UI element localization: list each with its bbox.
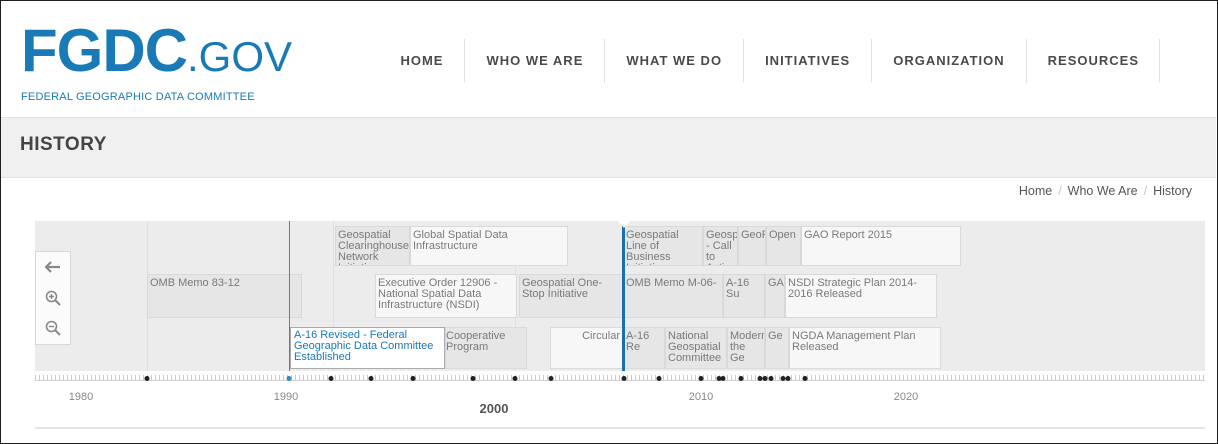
event-dot[interactable] (762, 376, 768, 381)
breadcrumb-home[interactable]: Home (1019, 184, 1052, 198)
event-dot[interactable] (656, 376, 662, 381)
event-geospatial-call-to-action[interactable]: Geospatial - Call to Action (703, 226, 738, 266)
event-national-geospatial-committee[interactable]: National Geospatial Committee (665, 327, 727, 369)
timeline-controls (35, 251, 71, 345)
event-dot[interactable] (698, 376, 704, 381)
event-omb-memo-83-12[interactable]: OMB Memo 83-12 (147, 274, 302, 318)
event-geospatial-line-of-business[interactable]: Geospatial Line of Business Initiative (623, 226, 703, 266)
nav-organization[interactable]: ORGANIZATION (872, 39, 1027, 83)
selected-event-marker (289, 221, 290, 381)
breadcrumb: Home / Who We Are / History (1019, 184, 1192, 198)
event-geospatial-clearinghouse[interactable]: Geospatial Clearinghouse Network Initiat… (335, 226, 410, 266)
breadcrumb-separator: / (1058, 184, 1062, 198)
nav-home[interactable]: HOME (379, 39, 466, 83)
event-dot[interactable] (548, 376, 554, 381)
event-dot[interactable] (738, 376, 744, 381)
history-timeline[interactable]: Geospatial Clearinghouse Network Initiat… (35, 221, 1205, 413)
event-executive-order-12906[interactable]: Executive Order 12906 - National Spatial… (375, 274, 517, 318)
nav-what-we-do[interactable]: WHAT WE DO (605, 39, 745, 83)
event-a16-supplemental[interactable]: A-16 Su (723, 274, 765, 318)
event-dot[interactable] (144, 376, 150, 381)
event-geo[interactable]: Ge (765, 327, 789, 369)
event-geospatial-one-stop[interactable]: Geospatial One-Stop Initiative (519, 274, 623, 318)
breadcrumb-current: History (1153, 184, 1192, 198)
event-dot[interactable] (802, 376, 808, 381)
back-arrow-icon[interactable] (36, 256, 70, 280)
breadcrumb-who-we-are[interactable]: Who We Are (1068, 184, 1138, 198)
timeline-position-marker[interactable] (622, 221, 625, 381)
event-dot[interactable] (512, 376, 518, 381)
event-dot[interactable] (785, 376, 791, 381)
timeline-events-area[interactable]: Geospatial Clearinghouse Network Initiat… (35, 221, 1205, 371)
event-dot[interactable] (368, 376, 374, 381)
event-modernization[interactable]: Modern the Ge (727, 327, 765, 369)
nav-who-we-are[interactable]: WHO WE ARE (465, 39, 606, 83)
nav-resources[interactable]: RESOURCES (1027, 39, 1160, 83)
year-label-1980: 1980 (68, 391, 94, 403)
site-logo[interactable]: FGDC.GOV FEDERAL GEOGRAPHIC DATA COMMITT… (21, 17, 293, 104)
title-band: HISTORY (1, 117, 1216, 178)
event-a16-revised[interactable]: A-16 Re (623, 327, 665, 369)
zoom-in-icon[interactable] (36, 286, 70, 310)
main-nav: HOME WHO WE ARE WHAT WE DO INITIATIVES O… (379, 39, 1160, 83)
site-header: FGDC.GOV FEDERAL GEOGRAPHIC DATA COMMITT… (1, 1, 1216, 117)
event-dot[interactable] (286, 376, 292, 381)
year-label-2010: 2010 (688, 391, 714, 403)
event-dot[interactable] (720, 376, 726, 381)
event-tooltip[interactable]: A-16 Revised - Federal Geographic Data C… (290, 327, 445, 369)
section-divider (35, 427, 1205, 429)
event-dot[interactable] (328, 376, 334, 381)
event-global-spatial-data-infrastructure[interactable]: Global Spatial Data Infrastructure (410, 226, 568, 266)
event-ngda-management-plan[interactable]: NGDA Management Plan Released (789, 327, 941, 369)
event-gao[interactable]: GA (765, 274, 785, 318)
caret-down-icon (618, 221, 630, 228)
event-dot[interactable] (621, 376, 627, 381)
event-gao-report-2015[interactable]: GAO Report 2015 (801, 226, 961, 266)
breadcrumb-separator: / (1143, 184, 1148, 198)
zoom-out-icon[interactable] (36, 316, 70, 340)
axis-line (35, 380, 1205, 381)
logo-subtitle: FEDERAL GEOGRAPHIC DATA COMMITTEE (21, 91, 255, 103)
logo-wordmark: FGDC.GOV (21, 17, 293, 84)
nav-initiatives[interactable]: INITIATIVES (744, 39, 873, 83)
event-cooperative-program[interactable]: Cooperative Program (445, 327, 527, 369)
year-label-1990: 1990 (273, 391, 299, 403)
event-open[interactable]: Open (766, 226, 801, 266)
current-year-label: 2000 (479, 401, 509, 413)
event-geoplatform[interactable]: GeoPlatform (738, 226, 766, 266)
page-title: HISTORY (20, 134, 107, 155)
event-circular[interactable]: Circular (550, 327, 623, 369)
year-label-2020: 2020 (893, 391, 919, 403)
event-dot[interactable] (768, 376, 774, 381)
event-omb-memo-m-06[interactable]: OMB Memo M-06- (623, 274, 723, 318)
event-dot[interactable] (410, 376, 416, 381)
event-dot[interactable] (470, 376, 476, 381)
event-nsdi-strategic-plan[interactable]: NSDI Strategic Plan 2014-2016 Released (785, 274, 937, 318)
